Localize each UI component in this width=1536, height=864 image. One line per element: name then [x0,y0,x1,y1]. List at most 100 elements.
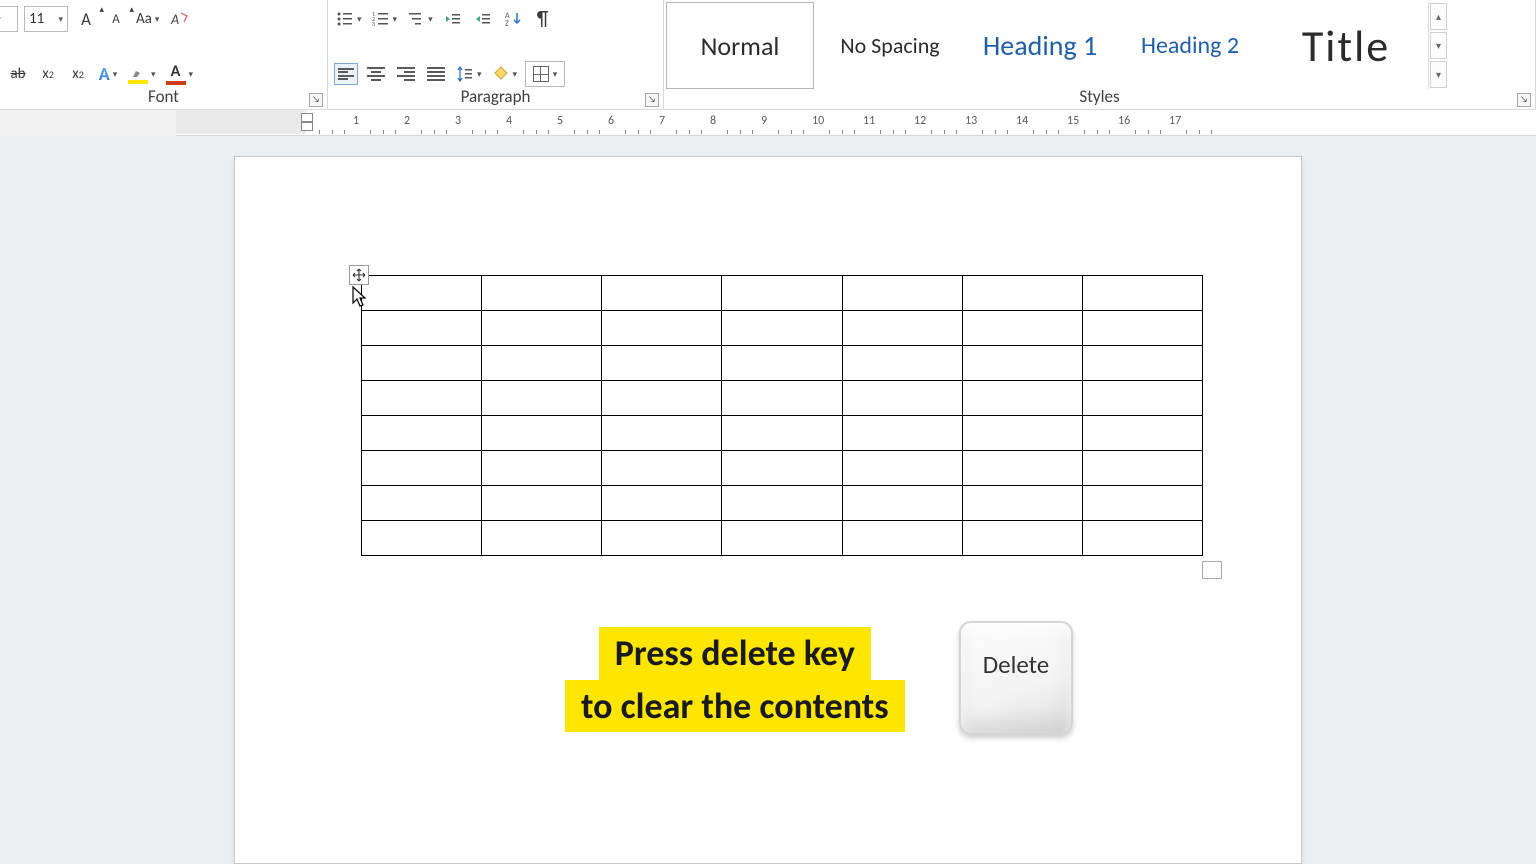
table-cell[interactable] [842,311,962,346]
table-cell[interactable] [962,486,1082,521]
line-spacing-button[interactable] [454,61,484,87]
table-cell[interactable] [962,416,1082,451]
table-cell[interactable] [362,276,482,311]
table-cell[interactable] [1082,381,1202,416]
table-cell[interactable] [482,311,602,346]
styles-scroll-up[interactable]: ▴ [1430,3,1447,30]
table-cell[interactable] [362,451,482,486]
table-cell[interactable] [1082,486,1202,521]
highlight-button[interactable] [126,61,158,87]
table-cell[interactable] [1082,311,1202,346]
table-cell[interactable] [1082,521,1202,556]
show-hide-marks-button[interactable]: ¶ [531,6,555,32]
ribbon: dy)▾ 11▾ A▴ A▴ Aa A U ab x2 x2 A A [0,0,1536,110]
table-cell[interactable] [842,521,962,556]
table-cell[interactable] [362,346,482,381]
borders-button[interactable]: ▾ [525,61,565,87]
table-cell[interactable] [482,381,602,416]
table-cell[interactable] [842,381,962,416]
table-cell[interactable] [602,451,722,486]
decrease-font-button[interactable]: A▴ [104,6,128,32]
subscript-button[interactable]: x2 [36,61,60,87]
style-item-3[interactable]: Heading 2 [1116,2,1264,89]
sort-button[interactable]: AZ [501,6,525,32]
table-cell[interactable] [482,416,602,451]
align-left-button[interactable] [334,63,358,85]
table-cell[interactable] [722,276,842,311]
font-name-combo[interactable]: dy)▾ [0,6,18,32]
align-right-button[interactable] [394,63,418,85]
text-effects-button[interactable]: A [96,61,120,87]
multilevel-list-button[interactable] [405,6,435,32]
table-cell[interactable] [722,416,842,451]
table-cell[interactable] [722,451,842,486]
table-cell[interactable] [482,451,602,486]
table-cell[interactable] [362,486,482,521]
increase-font-button[interactable]: A▴ [74,6,98,32]
ruler[interactable]: 1234567891011121314151617 [0,110,1536,136]
superscript-button[interactable]: x2 [66,61,90,87]
table-cell[interactable] [602,346,722,381]
table-resize-handle[interactable] [1202,561,1222,579]
table-cell[interactable] [962,276,1082,311]
table-cell[interactable] [1082,451,1202,486]
styles-more-button[interactable]: ▾ [1430,61,1447,88]
table-cell[interactable] [482,346,602,381]
styles-dialog-launcher[interactable]: ↘ [1517,93,1531,107]
numbering-button[interactable]: 123 [370,6,400,32]
table-cell[interactable] [722,311,842,346]
change-case-button[interactable]: Aa [134,6,161,32]
table-cell[interactable] [602,381,722,416]
table-cell[interactable] [602,416,722,451]
table-cell[interactable] [842,276,962,311]
justify-button[interactable] [424,63,448,85]
table-cell[interactable] [362,416,482,451]
table-cell[interactable] [842,486,962,521]
table-cell[interactable] [362,311,482,346]
strikethrough-button[interactable]: ab [6,61,30,87]
table-cell[interactable] [962,451,1082,486]
table-cell[interactable] [362,381,482,416]
table-cell[interactable] [602,276,722,311]
style-item-2[interactable]: Heading 1 [966,2,1114,89]
table-cell[interactable] [602,521,722,556]
table-cell[interactable] [842,346,962,381]
page[interactable]: Press delete key to clear the contents D… [234,156,1302,864]
table-cell[interactable] [722,381,842,416]
table-cell[interactable] [722,346,842,381]
shading-button[interactable] [490,61,520,87]
bullets-button[interactable] [334,6,364,32]
font-size-combo[interactable]: 11▾ [24,6,68,32]
table-cell[interactable] [842,451,962,486]
table-move-handle[interactable] [349,265,369,285]
table-cell[interactable] [482,521,602,556]
table-cell[interactable] [482,486,602,521]
table-cell[interactable] [962,521,1082,556]
table-cell[interactable] [722,486,842,521]
table-cell[interactable] [962,311,1082,346]
table-cell[interactable] [722,521,842,556]
table-cell[interactable] [602,311,722,346]
font-dialog-launcher[interactable]: ↘ [309,93,323,107]
decrease-indent-button[interactable] [441,6,465,32]
increase-indent-button[interactable] [471,6,495,32]
align-center-button[interactable] [364,63,388,85]
font-color-button[interactable]: A [164,61,196,87]
table-cell[interactable] [1082,416,1202,451]
table-cell[interactable] [962,346,1082,381]
style-item-4[interactable]: Title [1266,2,1426,89]
table-cell[interactable] [1082,346,1202,381]
clear-formatting-button[interactable]: A [167,6,191,32]
table-cell[interactable] [1082,276,1202,311]
document-table[interactable] [361,275,1203,556]
table-cell[interactable] [602,486,722,521]
styles-scroll-down[interactable]: ▾ [1430,32,1447,59]
indent-marker[interactable] [300,113,312,131]
table-cell[interactable] [362,521,482,556]
style-item-1[interactable]: No Spacing [816,2,964,89]
paragraph-dialog-launcher[interactable]: ↘ [645,93,659,107]
style-item-0[interactable]: Normal [666,2,814,89]
table-cell[interactable] [842,416,962,451]
table-cell[interactable] [482,276,602,311]
table-cell[interactable] [962,381,1082,416]
